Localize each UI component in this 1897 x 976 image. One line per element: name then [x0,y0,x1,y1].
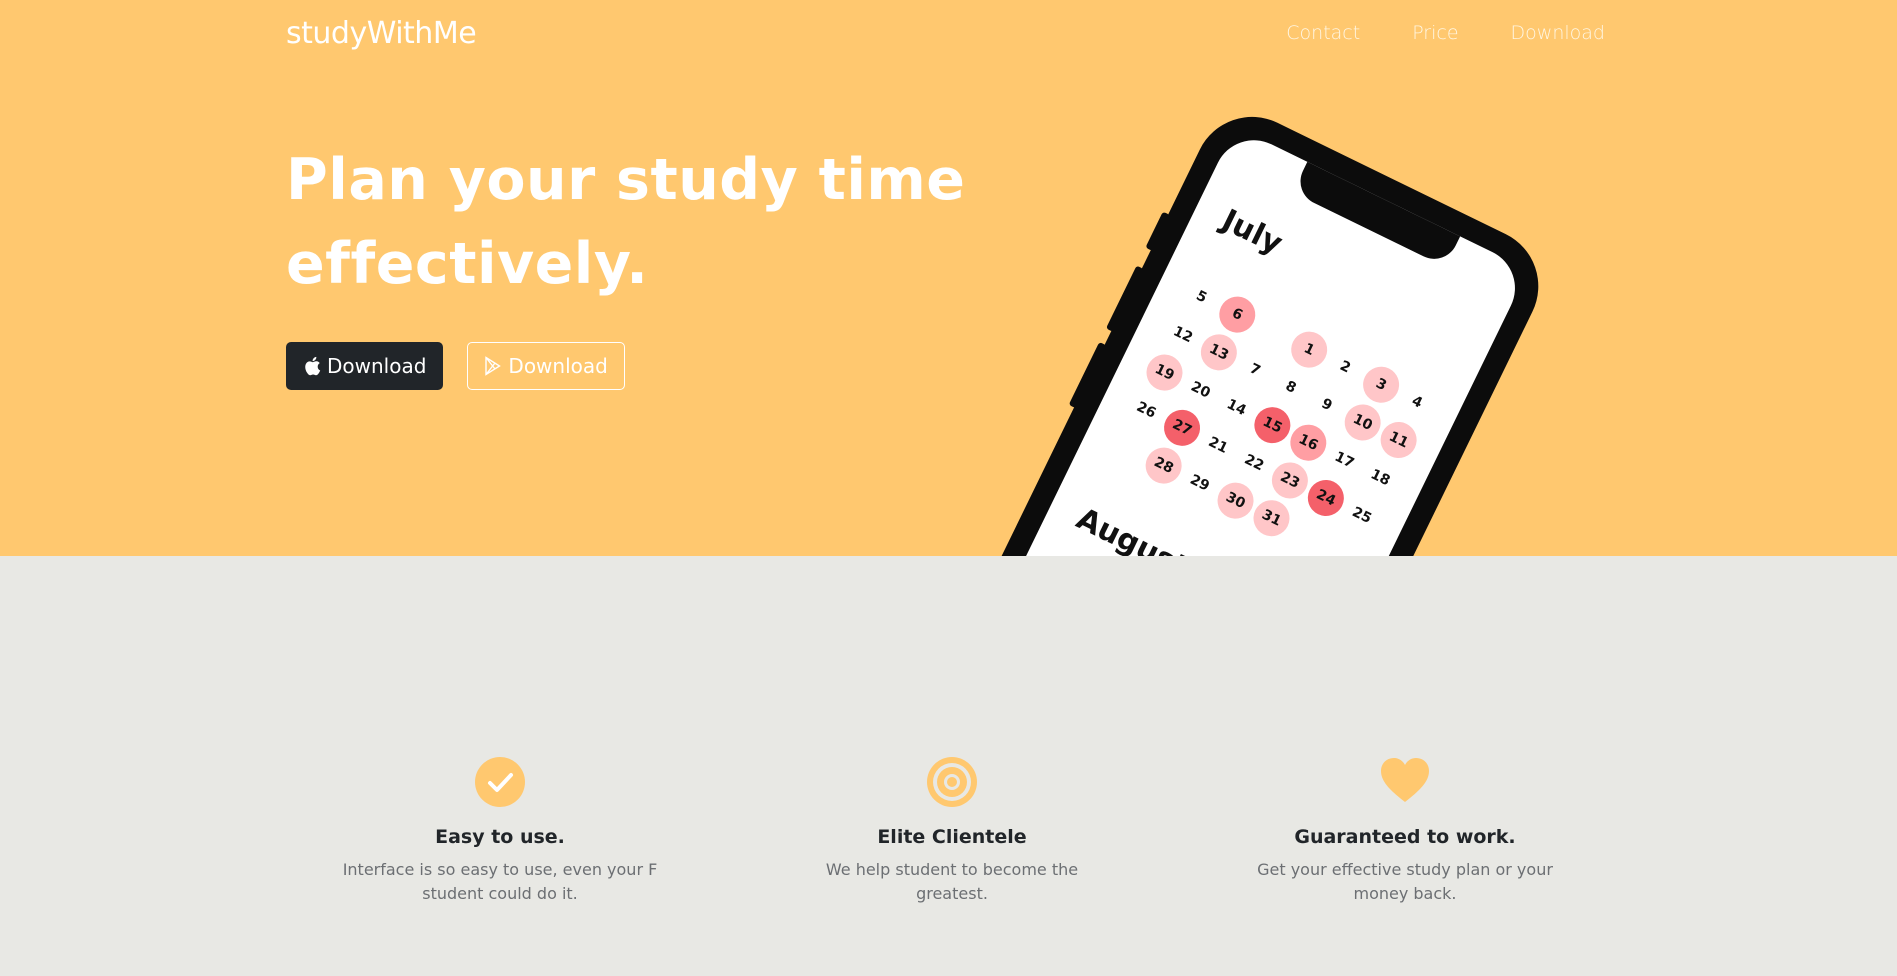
feature-guaranteed: Guaranteed to work. Get your effective s… [1245,756,1565,906]
hero-headline-line1: Plan your study time [286,147,966,213]
hero-section: studyWithMe Contact Price Download Plan … [0,0,1897,556]
phone-volume-down [1068,341,1107,409]
navbar: studyWithMe Contact Price Download [286,0,1605,66]
phone-body: July 5 6 1 2 3 4 12 13 7 8 9 10 11 19 20 14 15 16 17 18 26 27… [892,97,1558,556]
check-circle-icon [475,757,525,807]
nav-link-download[interactable]: Download [1511,22,1605,44]
feature-text: Interface is so easy to use, even your F… [342,860,658,903]
nav-link-contact[interactable]: Contact [1286,22,1360,44]
brand-logo[interactable]: studyWithMe [286,16,477,51]
feature-text: Get your effective study plan or your mo… [1257,860,1553,903]
calendar-day: 11 [1374,415,1423,465]
feature-title: Elite Clientele [877,826,1027,848]
google-play-download-label: Download [508,354,608,378]
phone-screen: July 5 6 1 2 3 4 12 13 7 8 9 10 11 19 20 14 15 16 17 18 26 27… [921,126,1529,556]
features-section: Easy to use. Interface is so easy to use… [0,556,1897,976]
app-store-download-button[interactable]: Download [286,342,444,390]
month-august: August [1070,501,1194,556]
calendar-grid: 5 6 1 2 3 4 12 13 7 8 9 10 11 19 20 14 15 16 17 18 26 27 21 22 2… [1104,273,1445,556]
feature-title: Guaranteed to work. [1294,826,1516,848]
calendar-day: 18 [1367,466,1393,490]
phone-side-button [1145,211,1171,252]
download-buttons: Download Download [286,342,625,390]
phone-volume-up [1105,265,1144,332]
calendar-day: 25 [1349,504,1375,527]
phone-mockup: July 5 6 1 2 3 4 12 13 7 8 9 10 11 19 20 14 15 16 17 18 26 27… [892,97,1558,556]
google-play-download-button[interactable]: Download [467,342,625,390]
feature-text: We help student to become the greatest. [825,860,1079,903]
feature-elite-clientele: Elite Clientele We help student to becom… [792,756,1112,906]
month-july: July [1216,202,1288,262]
hero-headline: Plan your study time effectively. [286,138,986,306]
heart-icon [1381,758,1429,802]
app-store-download-label: Download [327,354,427,378]
apple-icon [305,356,321,376]
hero-headline-line2: effectively. [286,231,649,297]
phone-notch [1292,160,1462,267]
feature-easy-to-use: Easy to use. Interface is so easy to use… [340,756,660,906]
nav-links: Contact Price Download [1286,22,1605,44]
google-play-icon [485,356,502,376]
target-icon [927,757,977,807]
calendar-day: 4 [1409,392,1425,412]
feature-title: Easy to use. [435,826,565,848]
calendar-empty-cell [1283,512,1331,556]
nav-link-price[interactable]: Price [1412,22,1458,44]
